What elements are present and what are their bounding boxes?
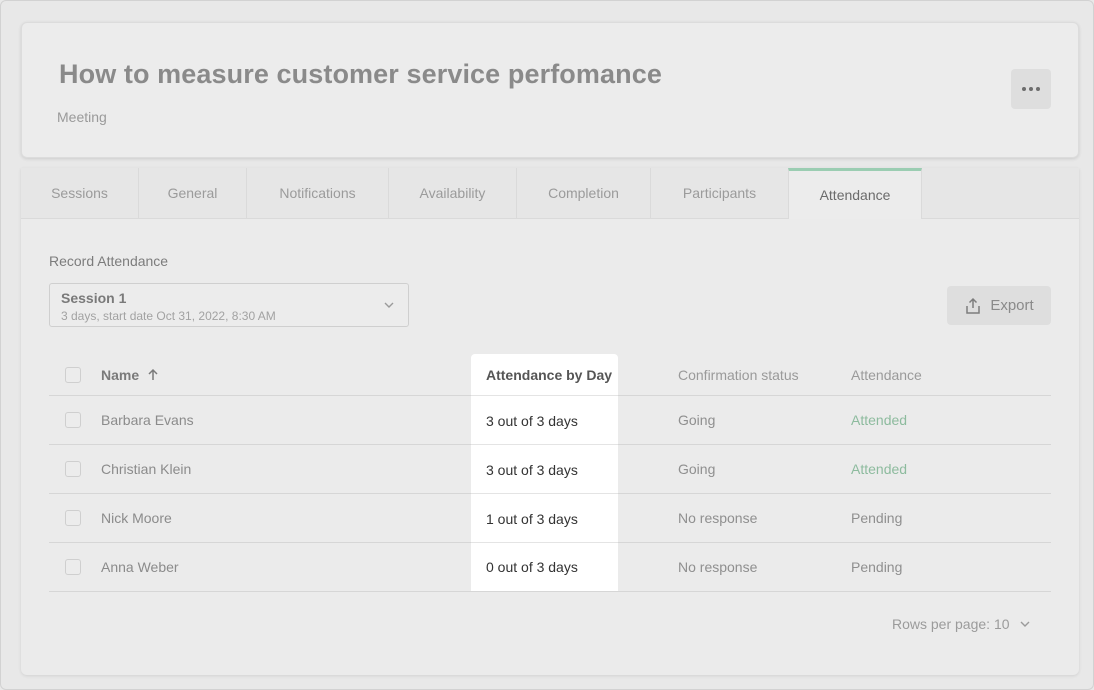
export-label: Export (990, 297, 1034, 314)
header-card: How to measure customer service perfoman… (21, 22, 1079, 158)
confirmation-status: Going (678, 412, 716, 428)
attendance-status: Pending (851, 559, 903, 575)
column-header-attendance[interactable]: Attendance (851, 354, 922, 396)
rows-per-page-label: Rows per page: 10 (892, 616, 1010, 632)
attendance-by-day-value: 3 out of 3 days (486, 412, 578, 429)
attendance-by-day-value: 0 out of 3 days (486, 559, 578, 575)
participant-name: Barbara Evans (101, 412, 194, 428)
tab-bar: Sessions General Notifications Availabil… (21, 168, 1079, 219)
row-checkbox[interactable] (65, 461, 81, 477)
page-subtitle: Meeting (57, 109, 107, 125)
tab-general[interactable]: General (139, 168, 247, 218)
column-header-confirmation[interactable]: Confirmation status (678, 354, 799, 396)
more-dots-icon (1022, 87, 1040, 91)
app-frame: How to measure customer service perfoman… (0, 0, 1094, 690)
page-title: How to measure customer service perfoman… (59, 59, 662, 89)
rows-per-page-select[interactable]: Rows per page: 10 (892, 616, 1032, 632)
attendance-by-day-column: Attendance by Day 3 out of 3 days 3 out … (471, 354, 618, 591)
attendance-by-day-value: 1 out of 3 days (486, 510, 578, 527)
session-detail: 3 days, start date Oct 31, 2022, 8:30 AM (61, 309, 276, 323)
session-name: Session 1 (61, 290, 127, 306)
attendance-status: Pending (851, 510, 903, 526)
session-select[interactable]: Session 1 3 days, start date Oct 31, 202… (49, 283, 409, 327)
tab-participants[interactable]: Participants (651, 168, 789, 218)
attendance-status: Attended (851, 412, 908, 428)
tab-notifications[interactable]: Notifications (247, 168, 389, 218)
row-checkbox[interactable] (65, 510, 81, 526)
chevron-down-icon (1020, 621, 1030, 627)
attendance-status: Attended (851, 461, 908, 477)
chevron-down-icon (384, 302, 394, 308)
column-header-attendance-by-day[interactable]: Attendance by Day (486, 354, 612, 396)
row-checkbox[interactable] (65, 412, 81, 428)
record-attendance-label: Record Attendance (49, 253, 169, 269)
confirmation-status: No response (678, 510, 758, 526)
more-options-button[interactable] (1011, 69, 1051, 109)
confirmation-status: Going (678, 461, 716, 477)
share-upload-icon (966, 297, 981, 314)
tab-attendance[interactable]: Attendance (788, 168, 922, 219)
participant-name: Christian Klein (101, 461, 192, 477)
tab-completion[interactable]: Completion (517, 168, 651, 218)
tab-sessions[interactable]: Sessions (21, 168, 139, 218)
export-button[interactable]: Export (947, 286, 1051, 325)
participant-name: Anna Weber (101, 559, 179, 575)
tab-availability[interactable]: Availability (389, 168, 517, 218)
row-checkbox[interactable] (65, 559, 81, 575)
confirmation-status: No response (678, 559, 758, 575)
participant-name: Nick Moore (101, 510, 172, 526)
attendance-by-day-value: 3 out of 3 days (486, 461, 578, 478)
